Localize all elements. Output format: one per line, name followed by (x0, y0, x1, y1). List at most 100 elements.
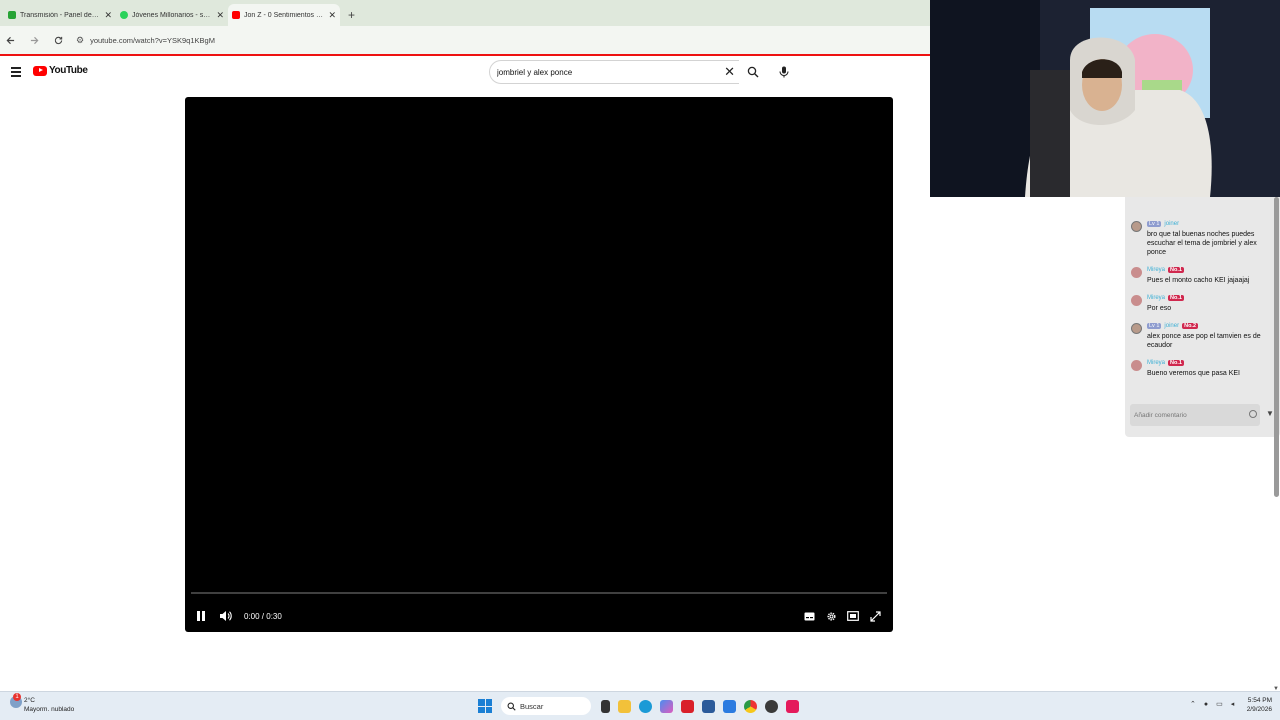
level-badge: Lv 1 (1147, 221, 1162, 227)
arrow-left-icon (6, 36, 14, 44)
emoji-icon[interactable] (1249, 410, 1257, 418)
search-box: ✕ (489, 60, 739, 84)
new-tab-button[interactable]: + (340, 4, 363, 26)
subtitles-button[interactable] (802, 608, 816, 624)
chat-message: Mireya No.1 Por eso (1125, 293, 1280, 313)
clock-date: 2/9/2026 (1246, 706, 1272, 713)
screen: Transmisión - Panel de control ✕ Jóvenes… (0, 0, 1280, 720)
chat-message: Mireya No.1 Bueno veremos que pasa KEI (1125, 358, 1280, 378)
browser-tab-1[interactable]: Transmisión - Panel de control ✕ (4, 4, 116, 26)
avatar (1131, 323, 1142, 334)
taskbar-apps: Buscar (478, 696, 799, 716)
tab-title: Transmisión - Panel de control (20, 11, 100, 19)
reload-button[interactable] (50, 32, 66, 48)
taskbar-search[interactable]: Buscar (501, 697, 591, 715)
username[interactable]: Mireya (1147, 360, 1165, 366)
search-button[interactable] (739, 60, 767, 84)
search-input[interactable] (497, 67, 712, 77)
taskbar: 1 2°C Mayorm. nublado Buscar ⌃ ● ▭ ◂ 5:5… (0, 691, 1280, 720)
fullscreen-button[interactable] (868, 608, 882, 624)
chat-message: Mireya No.1 Pues el monto cacho KEI jaja… (1125, 265, 1280, 285)
avatar (1131, 360, 1142, 371)
username[interactable]: joiner (1164, 221, 1179, 227)
username[interactable]: Mireya (1147, 295, 1165, 301)
edge-icon[interactable] (639, 699, 652, 713)
network-icon[interactable]: ▭ (1216, 700, 1223, 708)
volume-icon[interactable]: ◂ (1231, 700, 1235, 708)
logo-text: YouTube (49, 65, 88, 76)
avatar (1131, 221, 1142, 232)
youtube-play-icon (33, 65, 47, 76)
close-icon[interactable]: ✕ (328, 10, 336, 21)
app-icon[interactable] (723, 699, 736, 713)
site-info-icon[interactable]: ⚙ (76, 35, 84, 46)
fullscreen-icon (869, 610, 881, 622)
message-text: Pues el monto cacho KEI jajaajaj (1147, 277, 1250, 284)
theater-mode-button[interactable] (846, 608, 860, 624)
webcam-feed-image (930, 0, 1280, 197)
chevron-up-icon[interactable]: ⌃ (1190, 700, 1196, 708)
browser-tab-3[interactable]: Jon Z - 0 Sentimientos (Remix) ✕ (228, 4, 340, 26)
youtube-logo[interactable]: YouTube (33, 65, 88, 76)
time-display: 0:00 / 0:30 (244, 611, 282, 621)
url-text[interactable]: youtube.com/watch?v=YSK9q1KBgM (90, 36, 215, 45)
file-explorer-icon[interactable] (618, 699, 631, 713)
youtube-header: YouTube ✕ (0, 56, 930, 90)
clear-search-icon[interactable]: ✕ (724, 64, 735, 80)
close-icon[interactable]: ✕ (216, 10, 224, 21)
progress-bar[interactable] (191, 592, 887, 594)
tiktok-icon[interactable] (786, 699, 799, 713)
back-button[interactable] (2, 32, 18, 48)
browser-tab-2[interactable]: Jóvenes Millonarios - song and ✕ (116, 4, 228, 26)
menu-icon[interactable] (11, 67, 21, 77)
chat-input[interactable]: Añadir comentario (1130, 404, 1260, 426)
avatar (1131, 267, 1142, 278)
username[interactable]: joiner (1164, 323, 1179, 329)
weather-temp: 2°C (24, 697, 35, 704)
calculator-icon[interactable] (702, 699, 715, 713)
taskbar-search-label: Buscar (520, 701, 544, 711)
voice-search-button[interactable] (773, 61, 795, 83)
video-player[interactable]: 0:00 / 0:30 (185, 97, 893, 632)
rank-badge: No.1 (1168, 360, 1184, 366)
browser-tab-bar: Transmisión - Panel de control ✕ Jóvenes… (0, 0, 930, 26)
chrome-icon[interactable] (744, 699, 757, 713)
message-text: Por eso (1147, 305, 1172, 312)
close-icon[interactable]: ✕ (104, 10, 112, 21)
spotify-favicon-icon (120, 11, 128, 19)
weather-desc: Mayorm. nublado (24, 706, 75, 713)
system-clock[interactable]: 5:54 PM 2/9/2026 (1242, 696, 1272, 714)
volume-icon (219, 611, 232, 621)
reload-icon (54, 36, 62, 44)
theater-icon (847, 611, 859, 621)
obs-icon[interactable] (765, 699, 778, 713)
volume-button[interactable] (217, 608, 233, 624)
task-view-icon[interactable] (601, 699, 610, 713)
pause-button[interactable] (195, 608, 207, 624)
chat-panel: Lv 1 joiner bro que tal buenas noches pu… (1125, 197, 1280, 437)
page-scrollbar[interactable]: ▼ (1273, 197, 1280, 692)
webcam-overlay (930, 0, 1280, 197)
subtitles-icon (804, 612, 814, 620)
microphone-icon[interactable]: ● (1204, 701, 1208, 708)
forward-button[interactable] (26, 32, 42, 48)
rank-badge: No.2 (1182, 323, 1199, 329)
red-app-icon[interactable] (681, 699, 694, 713)
tab-title: Jon Z - 0 Sentimientos (Remix) (244, 11, 324, 19)
copilot-icon[interactable] (660, 699, 673, 713)
tab-title: Jóvenes Millonarios - song and (132, 11, 212, 19)
avatar (1131, 295, 1142, 306)
chat-message: Lv 1 joiner No.2 alex ponce ase pop el t… (1125, 321, 1280, 350)
clock-time: 5:54 PM (1247, 697, 1272, 704)
scrollbar-thumb[interactable] (1274, 197, 1279, 497)
chat-message: Lv 1 joiner bro que tal buenas noches pu… (1125, 219, 1280, 257)
rank-badge: No.1 (1168, 295, 1184, 301)
message-text: alex ponce ase pop el tamvien es de ecau… (1147, 333, 1261, 349)
settings-button[interactable] (824, 608, 838, 624)
weather-widget[interactable]: 1 2°C Mayorm. nublado (10, 693, 75, 714)
arrow-right-icon (30, 36, 38, 44)
username[interactable]: Mireya (1147, 267, 1165, 273)
search-icon (747, 66, 759, 78)
weather-icon: 1 (10, 693, 22, 708)
windows-start-icon[interactable] (478, 699, 492, 713)
